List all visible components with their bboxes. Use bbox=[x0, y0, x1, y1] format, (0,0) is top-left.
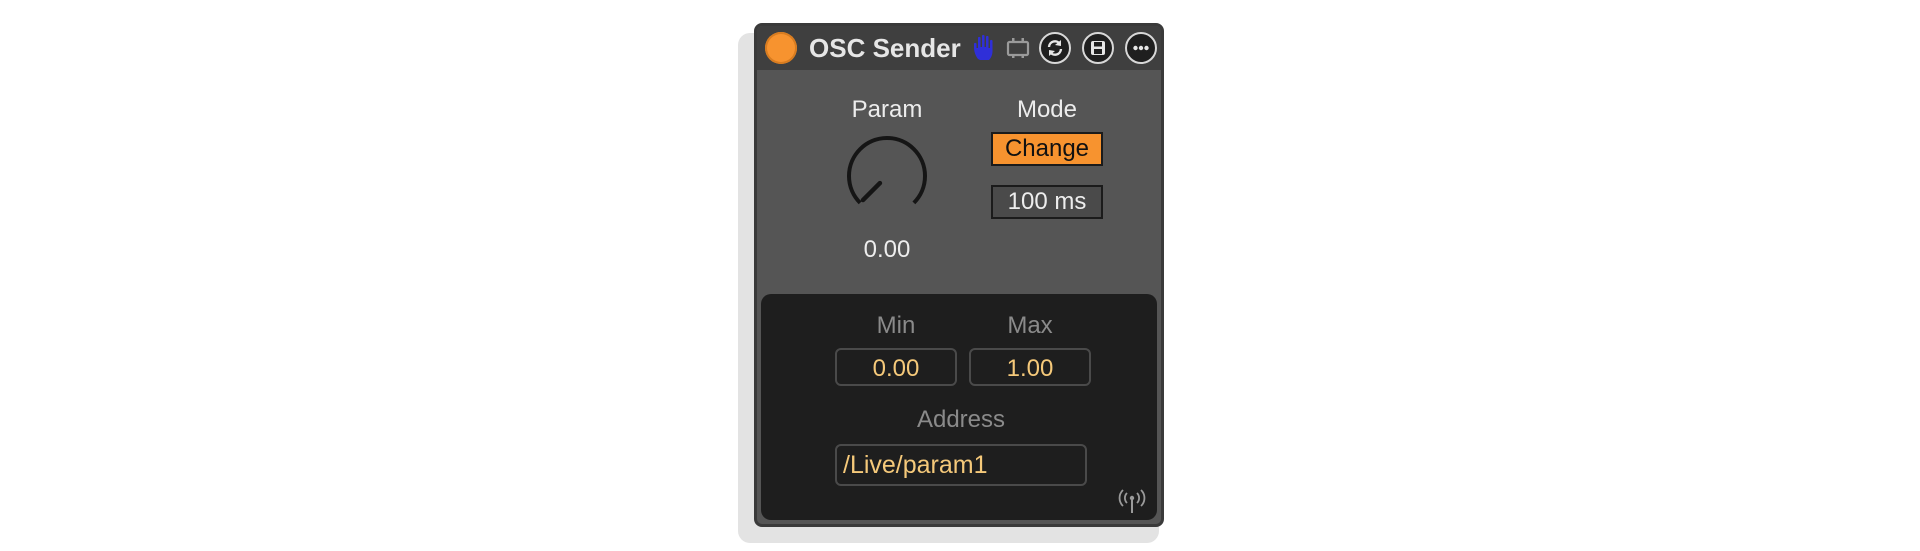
osc-sender-device: OSC Sender Param 0.00 Mode Change 100 ms… bbox=[754, 23, 1164, 527]
device-title-bar[interactable]: OSC Sender bbox=[757, 26, 1161, 70]
osc-settings-panel: Min Max 0.00 1.00 Address /Live/param1 bbox=[761, 294, 1157, 520]
max-number-box[interactable]: 1.00 bbox=[969, 348, 1091, 386]
rate-number-box[interactable]: 100 ms bbox=[991, 185, 1103, 219]
min-number-box[interactable]: 0.00 bbox=[835, 348, 957, 386]
save-icon[interactable] bbox=[1082, 32, 1114, 64]
device-power-button[interactable] bbox=[765, 32, 797, 64]
param-knob[interactable] bbox=[837, 126, 937, 226]
min-label: Min bbox=[876, 312, 916, 339]
hand-icon[interactable] bbox=[972, 33, 1000, 63]
mode-label: Mode bbox=[1016, 96, 1078, 123]
mode-change-button[interactable]: Change bbox=[991, 132, 1103, 166]
address-input[interactable]: /Live/param1 bbox=[835, 444, 1087, 486]
antenna-icon bbox=[1118, 489, 1146, 513]
midi-map-icon[interactable] bbox=[1006, 37, 1030, 59]
more-icon[interactable] bbox=[1125, 32, 1157, 64]
param-label: Param bbox=[851, 96, 923, 123]
param-value: 0.00 bbox=[863, 236, 911, 263]
device-title: OSC Sender bbox=[809, 33, 961, 63]
address-label: Address bbox=[916, 406, 1006, 433]
max-label: Max bbox=[1007, 312, 1053, 339]
refresh-icon[interactable] bbox=[1039, 32, 1071, 64]
